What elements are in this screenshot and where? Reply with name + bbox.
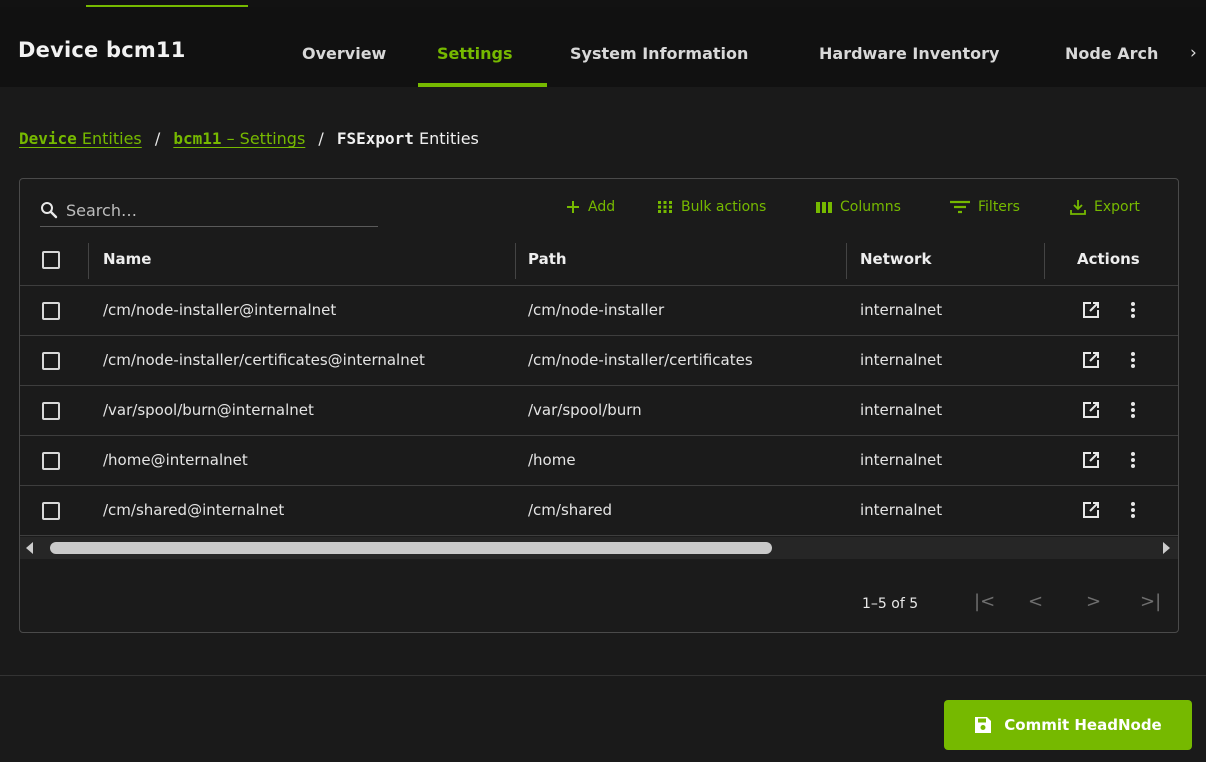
column-header-path[interactable]: Path — [528, 250, 567, 268]
table-row[interactable]: /home@internalnet /home internalnet — [20, 436, 1178, 486]
horizontal-scrollbar[interactable] — [20, 537, 1178, 559]
device-header: Device bcm11 Overview Settings System In… — [0, 7, 1206, 87]
column-header-network[interactable]: Network — [860, 250, 931, 268]
select-all-checkbox[interactable] — [42, 251, 60, 269]
row-checkbox[interactable] — [42, 402, 60, 420]
column-separator — [88, 243, 89, 279]
bulk-actions-label: Bulk actions — [681, 199, 767, 215]
column-separator — [1044, 243, 1045, 279]
more-vertical-icon[interactable] — [1130, 451, 1136, 469]
more-vertical-icon[interactable] — [1130, 401, 1136, 419]
column-header-name[interactable]: Name — [103, 250, 151, 268]
tab-node-arch[interactable]: Node Arch — [1065, 44, 1158, 63]
scroll-left-arrow-icon[interactable] — [26, 542, 33, 554]
open-in-new-icon[interactable] — [1082, 351, 1100, 369]
cell-network: internalnet — [860, 401, 943, 419]
first-page-icon[interactable]: |< — [974, 591, 995, 612]
columns-label: Columns — [840, 199, 901, 215]
cell-path: /cm/node-installer/certificates — [528, 351, 753, 369]
columns-button[interactable]: Columns — [816, 199, 901, 215]
plus-icon — [566, 200, 580, 214]
filters-button[interactable]: Filters — [950, 199, 1020, 215]
active-tab-indicator — [418, 83, 547, 87]
tabs-scroll-right-icon[interactable]: › — [1190, 43, 1197, 63]
row-checkbox[interactable] — [42, 352, 60, 370]
row-checkbox[interactable] — [42, 502, 60, 520]
export-button[interactable]: Export — [1070, 199, 1140, 215]
filters-label: Filters — [978, 199, 1020, 215]
export-label: Export — [1094, 199, 1140, 215]
scroll-right-arrow-icon[interactable] — [1163, 542, 1170, 554]
top-strip — [0, 0, 1206, 7]
next-page-icon[interactable]: > — [1086, 591, 1101, 612]
column-separator — [515, 243, 516, 279]
open-in-new-icon[interactable] — [1082, 401, 1100, 419]
cell-path: /cm/shared — [528, 501, 613, 519]
table-row[interactable]: /cm/shared@internalnet /cm/shared intern… — [20, 486, 1178, 536]
cell-name: /cm/shared@internalnet — [103, 501, 285, 519]
previous-page-icon[interactable]: < — [1028, 591, 1043, 612]
fsexport-data-grid: Add Bulk actions Columns Filters Export … — [19, 178, 1179, 633]
column-header-row: Name Path Network Actions — [20, 235, 1178, 286]
bulk-actions-button[interactable]: Bulk actions — [657, 199, 766, 215]
cell-path: /home — [528, 451, 576, 469]
cell-path: /var/spool/burn — [528, 401, 642, 419]
cell-name: /cm/node-installer/certificates@internal… — [103, 351, 425, 369]
commit-headnode-button[interactable]: Commit HeadNode — [944, 700, 1192, 750]
more-vertical-icon[interactable] — [1130, 301, 1136, 319]
row-checkbox[interactable] — [42, 302, 60, 320]
cell-path: /cm/node-installer — [528, 301, 665, 319]
open-in-new-icon[interactable] — [1082, 501, 1100, 519]
search-icon — [41, 202, 58, 219]
breadcrumb-current: FSExport Entities — [336, 129, 479, 148]
table-row[interactable]: /cm/node-installer/certificates@internal… — [20, 336, 1178, 386]
device-title: Device bcm11 — [18, 38, 186, 62]
tab-overview[interactable]: Overview — [302, 44, 386, 63]
breadcrumb-separator: / — [154, 129, 161, 148]
save-icon — [975, 717, 992, 733]
cell-name: /cm/node-installer@internalnet — [103, 301, 337, 319]
table-row[interactable]: /cm/node-installer@internalnet /cm/node-… — [20, 286, 1178, 336]
cell-network: internalnet — [860, 301, 943, 319]
more-vertical-icon[interactable] — [1130, 351, 1136, 369]
cell-network: internalnet — [860, 351, 943, 369]
cell-name: /var/spool/burn@internalnet — [103, 401, 314, 419]
grid-dots-icon — [657, 200, 673, 214]
tab-settings[interactable]: Settings — [437, 44, 513, 63]
open-in-new-icon[interactable] — [1082, 301, 1100, 319]
scrollbar-thumb[interactable] — [50, 542, 772, 554]
add-label: Add — [588, 199, 616, 215]
commit-headnode-label: Commit HeadNode — [1004, 716, 1162, 734]
filter-icon — [950, 200, 970, 214]
tab-hardware-inventory[interactable]: Hardware Inventory — [819, 44, 999, 63]
breadcrumb: Device Entities / bcm11 – Settings / FSE… — [19, 129, 479, 148]
tab-system-information[interactable]: System Information — [570, 44, 748, 63]
cell-name: /home@internalnet — [103, 451, 248, 469]
column-header-actions: Actions — [1077, 250, 1140, 268]
add-button[interactable]: Add — [566, 199, 615, 215]
cell-network: internalnet — [860, 451, 943, 469]
breadcrumb-device-entities[interactable]: Device Entities — [19, 129, 142, 148]
search-box — [40, 197, 378, 227]
download-icon — [1070, 199, 1086, 215]
open-in-new-icon[interactable] — [1082, 451, 1100, 469]
search-input[interactable] — [66, 197, 366, 223]
table-row[interactable]: /var/spool/burn@internalnet /var/spool/b… — [20, 386, 1178, 436]
columns-icon — [816, 201, 832, 214]
column-separator — [846, 243, 847, 279]
cell-network: internalnet — [860, 501, 943, 519]
row-checkbox[interactable] — [42, 452, 60, 470]
breadcrumb-bcm11-settings[interactable]: bcm11 – Settings — [173, 129, 305, 148]
last-page-icon[interactable]: >| — [1140, 591, 1161, 612]
more-vertical-icon[interactable] — [1130, 501, 1136, 519]
pagination-range: 1–5 of 5 — [862, 596, 919, 612]
breadcrumb-separator: / — [318, 129, 324, 148]
